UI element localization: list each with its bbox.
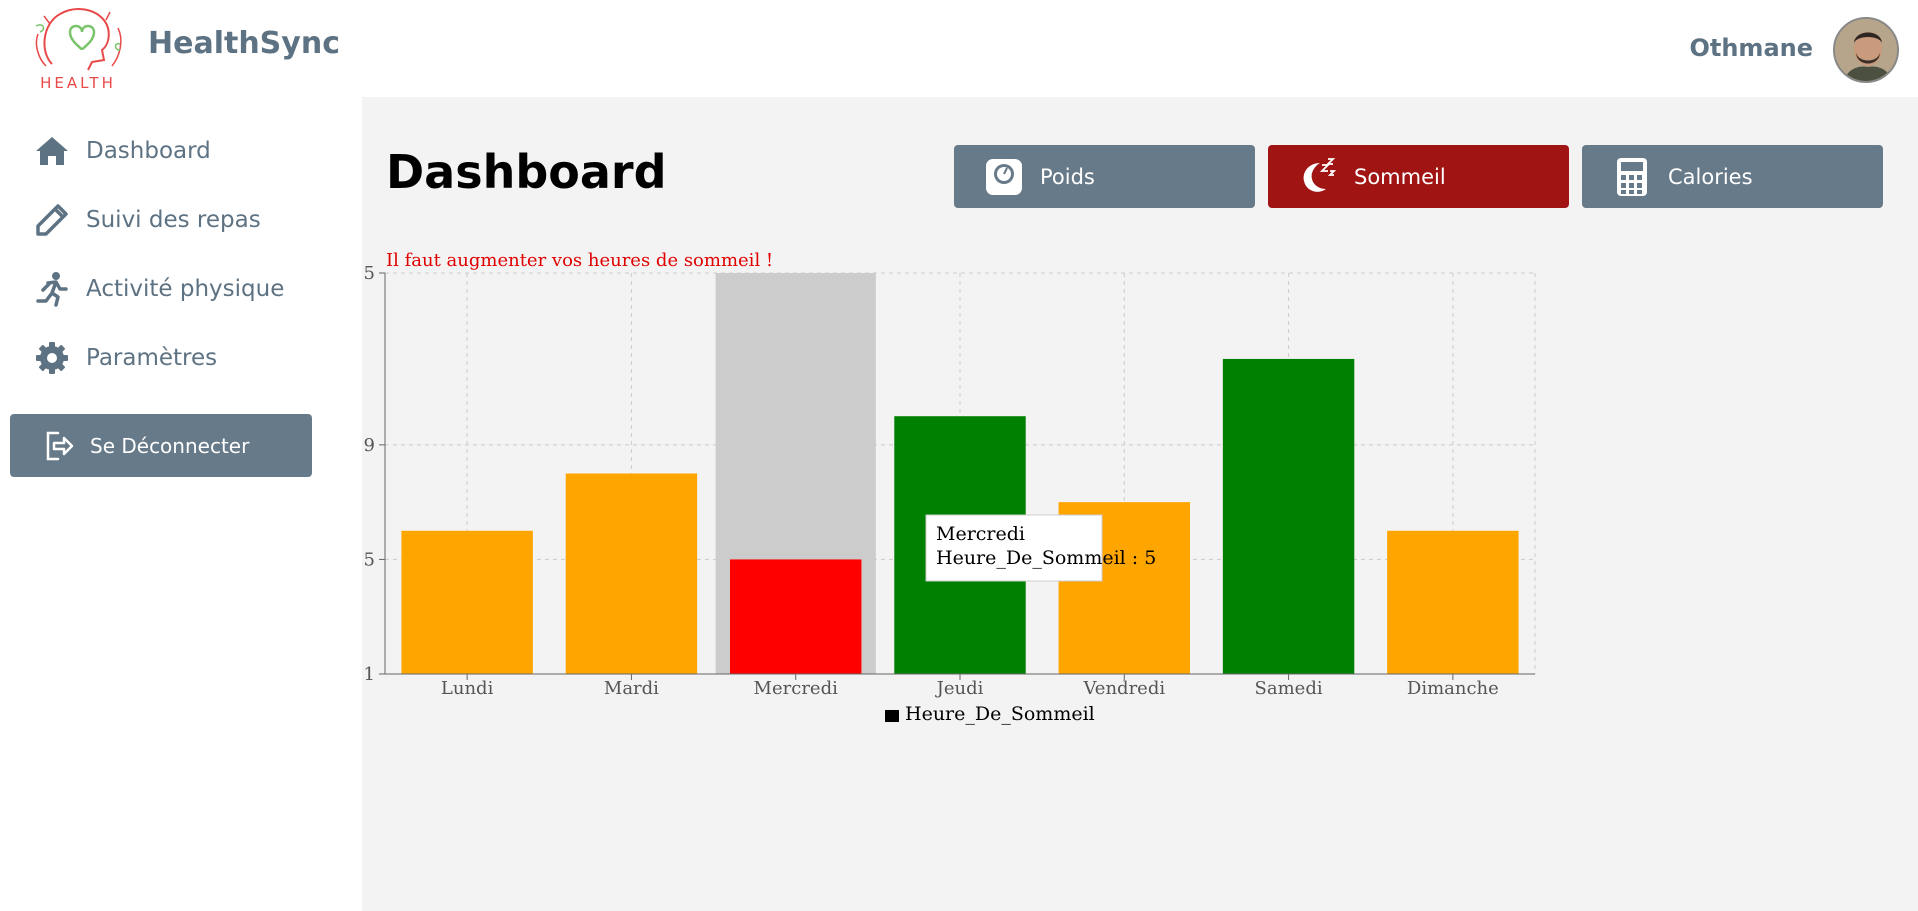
sidebar-item-dashboard[interactable]: Dashboard [34,131,211,171]
pencil-icon [36,204,68,236]
sidebar-item-label: Paramètres [86,345,218,371]
running-icon [36,272,68,307]
logo-head-icon [35,8,122,71]
user-photo [1835,19,1897,81]
sidebar: Dashboard Suivi des repas Activité physi… [0,97,362,911]
tooltip-value: Heure_De_Sommeil : 5 [936,547,1156,569]
app-logo: HEALTH [30,4,126,94]
sidebar-item-label: Activité physique [86,276,285,302]
avatar[interactable] [1833,17,1899,83]
main-content: Dashboard Poids Sommeil Calories Il faut… [362,97,1918,911]
logout-icon [46,431,74,460]
y-tick-label: 9 [364,435,375,456]
gear-icon [36,342,68,374]
logo-text: HEALTH [40,74,116,92]
sidebar-item-activite-physique[interactable]: Activité physique [34,269,284,309]
sleep-bar-chart[interactable]: 15915LundiMardiMercrediJeudiVendrediSame… [362,97,1918,911]
logout-button[interactable]: Se Déconnecter [10,414,312,477]
sidebar-item-parametres[interactable]: Paramètres [34,338,217,378]
home-icon [36,137,68,165]
x-tick-label: Samedi [1255,678,1323,699]
top-bar: HEALTH HealthSync Othmane [0,0,1918,97]
sidebar-item-suivi-des-repas[interactable]: Suivi des repas [34,200,261,240]
sidebar-item-label: Suivi des repas [86,207,261,233]
x-tick-label: Vendredi [1082,678,1165,699]
user-name: Othmane [1689,34,1813,62]
y-tick-label: 5 [364,549,375,570]
x-tick-label: Mercredi [754,678,839,699]
legend-label: Heure_De_Sommeil [905,703,1095,725]
brand-name: HealthSync [148,26,340,61]
y-tick-label: 15 [362,263,375,284]
legend-swatch [885,710,899,722]
bar-mercredi [730,559,862,674]
bar-mardi [565,473,698,674]
bar-dimanche [1387,530,1519,674]
logout-label: Se Déconnecter [90,433,250,458]
x-tick-label: Dimanche [1407,678,1499,699]
bar-samedi [1222,358,1355,674]
tooltip-title: Mercredi [936,523,1025,545]
x-tick-label: Lundi [441,678,494,699]
x-tick-label: Jeudi [935,678,984,699]
bar-lundi [401,530,533,674]
x-tick-label: Mardi [604,678,659,699]
y-tick-label: 1 [364,664,375,685]
sidebar-item-label: Dashboard [86,138,211,164]
